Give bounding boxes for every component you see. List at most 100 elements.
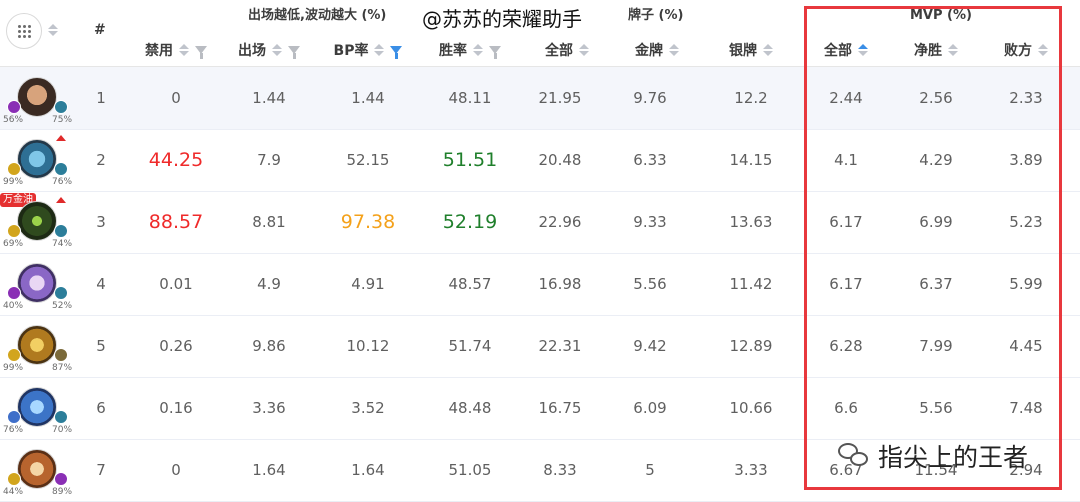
role-icon xyxy=(54,286,68,300)
column-header-mvp-all[interactable]: 全部 xyxy=(806,36,886,64)
medal-all-cell: 16.98 xyxy=(538,275,582,293)
right-rate: 70% xyxy=(52,425,73,435)
table-row[interactable]: 76% 70% 6 0.16 3.36 3.52 48.48 16.75 6.0… xyxy=(0,377,1080,440)
hero-sort-icon[interactable] xyxy=(48,24,58,36)
hero-avatar[interactable] xyxy=(17,139,57,179)
hero-avatar[interactable] xyxy=(17,449,57,489)
sort-icon[interactable] xyxy=(763,44,773,56)
role-icon xyxy=(54,348,68,362)
gold-cell: 9.33 xyxy=(633,213,667,231)
column-header-mvp-lose[interactable]: 败方 xyxy=(986,36,1066,64)
medal-all-cell: 20.48 xyxy=(538,151,582,169)
column-header-silver[interactable]: 银牌 xyxy=(706,36,796,64)
hero-cell[interactable]: 44% 89% xyxy=(0,439,80,501)
mvp-lose-cell: 5.23 xyxy=(1009,213,1043,231)
hero-cell[interactable]: 99% 87% xyxy=(0,315,80,377)
right-rate: 75% xyxy=(52,115,73,125)
appear-cell: 1.64 xyxy=(252,461,286,479)
medal-all-cell: 22.31 xyxy=(538,337,582,355)
silver-cell: 11.42 xyxy=(729,275,773,293)
bp-group-title: 出场越低,波动越大 (%) xyxy=(248,8,387,23)
role-icon xyxy=(54,100,68,114)
sort-icon[interactable] xyxy=(669,44,679,56)
rank-cell: 6 xyxy=(96,399,106,417)
brand-watermark: 指尖上的王者 xyxy=(838,436,1028,476)
win-cell: 48.11 xyxy=(448,89,492,107)
mvp-all-cell: 4.1 xyxy=(834,151,858,169)
sort-ascending-icon[interactable] xyxy=(858,44,868,56)
trend-up-icon xyxy=(56,197,66,203)
sort-icon[interactable] xyxy=(579,44,589,56)
gold-cell: 5 xyxy=(645,461,655,479)
bp-cell: 10.12 xyxy=(346,337,390,355)
right-rate: 74% xyxy=(52,239,73,249)
column-header-gold[interactable]: 金牌 xyxy=(612,36,702,64)
ban-cell: 88.57 xyxy=(148,211,204,233)
hero-avatar[interactable] xyxy=(17,77,57,117)
table-row[interactable]: 万金油 69% 74% 3 88.57 8.81 97.38 52.19 22.… xyxy=(0,191,1080,254)
table-row[interactable]: 40% 52% 4 0.01 4.9 4.91 48.57 16.98 5.56… xyxy=(0,253,1080,316)
hero-avatar[interactable] xyxy=(17,201,57,241)
hero-cell[interactable]: 40% 52% xyxy=(0,253,80,315)
column-header-win[interactable]: 胜率 xyxy=(420,36,520,64)
hero-cell[interactable]: 万金油 69% 74% xyxy=(0,191,80,253)
hero-cell[interactable]: 76% 70% xyxy=(0,377,80,439)
rank-cell: 4 xyxy=(96,275,106,293)
sort-icon[interactable] xyxy=(179,44,189,56)
filter-icon[interactable] xyxy=(288,46,300,59)
column-settings-button[interactable] xyxy=(6,13,42,49)
sort-icon[interactable] xyxy=(473,44,483,56)
bp-cell: 1.64 xyxy=(351,461,385,479)
silver-cell: 14.15 xyxy=(729,151,773,169)
column-header-appear[interactable]: 出场 xyxy=(222,36,316,64)
lane-icon xyxy=(7,348,21,362)
hero-avatar[interactable] xyxy=(17,263,57,303)
sort-icon[interactable] xyxy=(1038,44,1048,56)
column-label: 胜率 xyxy=(439,43,467,59)
column-label: 金牌 xyxy=(635,43,663,59)
column-header-medal-all[interactable]: 全部 xyxy=(522,36,612,64)
mvp-lose-cell: 2.33 xyxy=(1009,89,1043,107)
left-rate: 56% xyxy=(3,115,24,125)
sort-icon[interactable] xyxy=(948,44,958,56)
mvp-all-cell: 6.17 xyxy=(829,275,863,293)
filter-icon[interactable] xyxy=(195,46,207,59)
grid-icon xyxy=(17,24,31,38)
lane-icon xyxy=(7,286,21,300)
mvp-lose-cell: 4.45 xyxy=(1009,337,1043,355)
column-header-ban[interactable]: 禁用 xyxy=(128,36,224,64)
hero-avatar[interactable] xyxy=(17,387,57,427)
column-label: 净胜 xyxy=(914,43,942,59)
hero-stats-table: # 出场越低,波动越大 (%) 牌子 (%) MVP (%) @苏苏的荣耀助手 … xyxy=(0,0,1080,502)
sort-icon[interactable] xyxy=(374,44,385,56)
mvp-win-cell: 4.29 xyxy=(919,151,953,169)
sort-icon[interactable] xyxy=(272,44,282,56)
rank-cell: 1 xyxy=(96,89,106,107)
gold-cell: 5.56 xyxy=(633,275,667,293)
appear-cell: 8.81 xyxy=(252,213,286,231)
column-header-bp[interactable]: BP率 xyxy=(318,36,418,64)
column-label: 银牌 xyxy=(729,43,757,59)
appear-cell: 3.36 xyxy=(252,399,286,417)
rank-cell: 5 xyxy=(96,337,106,355)
mvp-group-title: MVP (%) xyxy=(910,8,972,23)
left-rate: 99% xyxy=(3,177,24,187)
mvp-all-cell: 2.44 xyxy=(829,89,863,107)
role-icon xyxy=(54,472,68,486)
table-row[interactable]: 99% 76% 2 44.25 7.9 52.15 51.51 20.48 6.… xyxy=(0,129,1080,192)
right-rate: 76% xyxy=(52,177,73,187)
win-cell: 52.19 xyxy=(442,211,498,233)
ban-cell: 0.26 xyxy=(159,337,193,355)
hero-avatar[interactable] xyxy=(17,325,57,365)
medal-all-cell: 8.33 xyxy=(543,461,577,479)
hero-cell[interactable]: 56% 75% xyxy=(0,67,80,129)
ban-cell: 0.01 xyxy=(159,275,193,293)
filter-icon[interactable] xyxy=(489,46,501,59)
hero-cell[interactable]: 99% 76% xyxy=(0,129,80,191)
win-cell: 48.48 xyxy=(448,399,492,417)
filter-active-icon[interactable] xyxy=(390,46,403,59)
trend-up-icon xyxy=(56,135,66,141)
table-row[interactable]: 56% 75% 1 0 1.44 1.44 48.11 21.95 9.76 1… xyxy=(0,67,1080,130)
table-row[interactable]: 99% 87% 5 0.26 9.86 10.12 51.74 22.31 9.… xyxy=(0,315,1080,378)
column-header-mvp-win[interactable]: 净胜 xyxy=(896,36,976,64)
